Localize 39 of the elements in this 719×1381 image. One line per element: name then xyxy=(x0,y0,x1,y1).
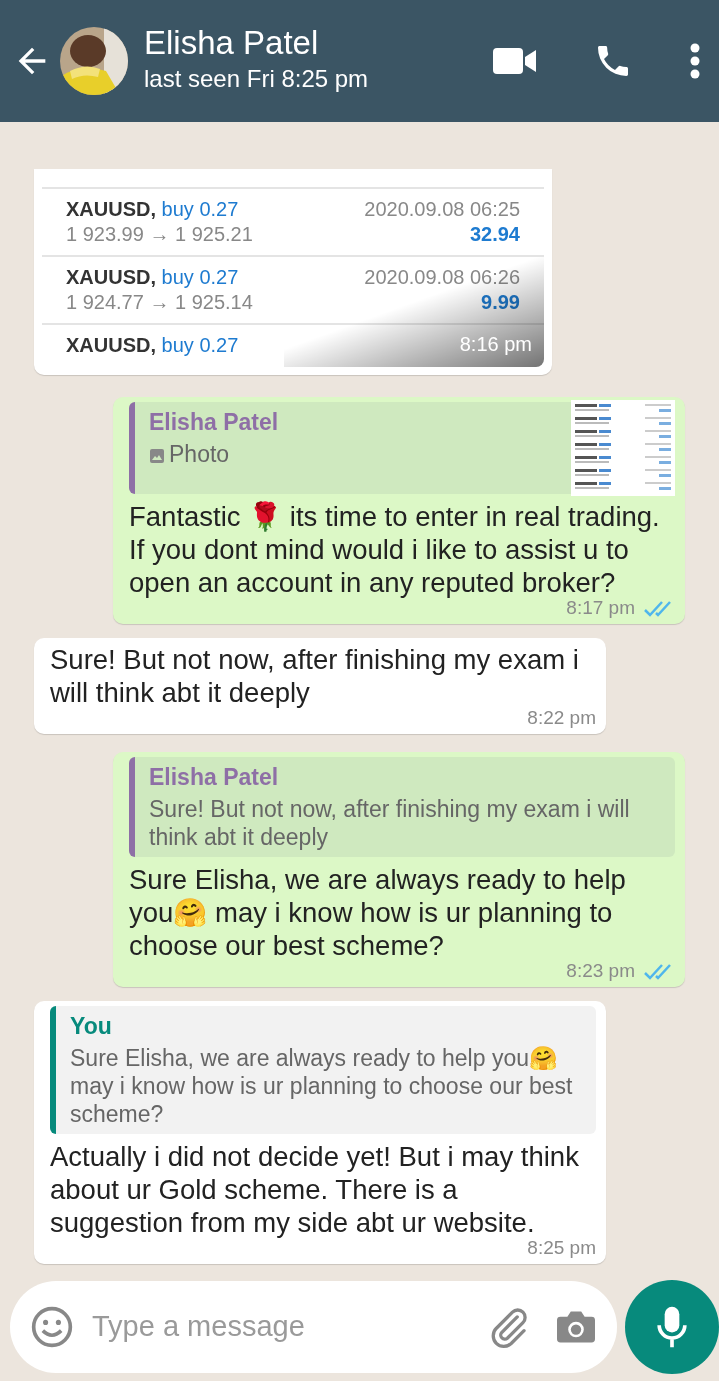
screenshot-image[interactable]: XAUUSD, buy 0.27 1 923.99 → 1 925.21 2020.09.08 06:25 32.94 XAUUSD, buy 0.27 1 924.77 → 1 925.14 2020.09.08 06:26 9.99 XAUUSD, buy 0.27 8:16 pm xyxy=(42,169,544,367)
trade-action: buy 0.27 xyxy=(161,198,239,220)
quote-text: Sure Elisha, we are always ready to help you🤗 may i know how is ur planning to choose our best scheme? xyxy=(70,1044,574,1128)
message-time: 8:23 pm xyxy=(566,960,635,982)
message-time: 8:25 pm xyxy=(527,1237,596,1259)
microphone-icon xyxy=(657,1304,687,1349)
quote-author: You xyxy=(70,1012,113,1040)
message-time: 8:16 pm xyxy=(459,332,532,357)
quote-author: Elisha Patel xyxy=(149,763,280,791)
quote-author: Elisha Patel xyxy=(149,408,280,436)
trade-action: buy 0.27 xyxy=(161,334,239,356)
menu-icon[interactable] xyxy=(689,43,701,79)
message-text: Actually i did not decide yet! But i may think about ur Gold scheme. There is a suggestion from my side abt ur website. xyxy=(50,1140,580,1239)
trade-prices: 1 923.99 → 1 925.21 xyxy=(66,222,253,247)
last-seen-status: last seen Fri 8:25 pm xyxy=(144,64,370,95)
trade-symbol: XAUUSD, xyxy=(66,198,156,220)
trade-symbol: XAUUSD, xyxy=(66,334,156,356)
message-text: Sure! But not now, after finishing my exam i will think abt it deeply xyxy=(50,643,580,709)
emoji-icon[interactable] xyxy=(30,1304,74,1349)
trade-prices: 1 924.77 → 1 925.14 xyxy=(66,290,253,315)
trade-profit: 9.99 xyxy=(480,290,520,315)
message-field[interactable]: Type a message xyxy=(10,1280,617,1373)
message-text: Fantastic 🌹 its time to enter in real trading. If you dont mind would i like to assist u to open an account in any reputed broker? xyxy=(129,500,661,599)
quoted-message[interactable]: Elisha Patel Photo xyxy=(129,402,675,494)
message-time: 8:22 pm xyxy=(527,707,596,729)
message-time: 8:17 pm xyxy=(566,597,635,619)
message-text: Sure Elisha, we are always ready to help you🤗 may i know how is ur planning to choose our best scheme? xyxy=(129,863,627,962)
trade-profit: 32.94 xyxy=(468,222,520,247)
quote-text: Sure! But not now, after finishing my exam i will think abt it deeply xyxy=(149,795,631,851)
contact-name: Elisha Patel xyxy=(144,24,320,62)
quoted-message[interactable]: Elisha Patel Sure! But not now, after finishing my exam i will think abt it deeply xyxy=(129,757,675,857)
trade-date: 2020.09.08 06:26 xyxy=(364,265,520,290)
quoted-message[interactable]: You Sure Elisha, we are always ready to help you🤗 may i know how is ur planning to choose our best scheme? xyxy=(50,1006,596,1134)
trade-action: buy 0.27 xyxy=(161,266,239,288)
quote-text: Photo xyxy=(169,440,230,468)
trade-date: 2020.09.08 06:25 xyxy=(364,197,520,222)
trade-symbol: XAUUSD, xyxy=(66,266,156,288)
message-input[interactable]: Type a message xyxy=(90,1303,471,1350)
video-call-icon[interactable] xyxy=(493,46,537,76)
